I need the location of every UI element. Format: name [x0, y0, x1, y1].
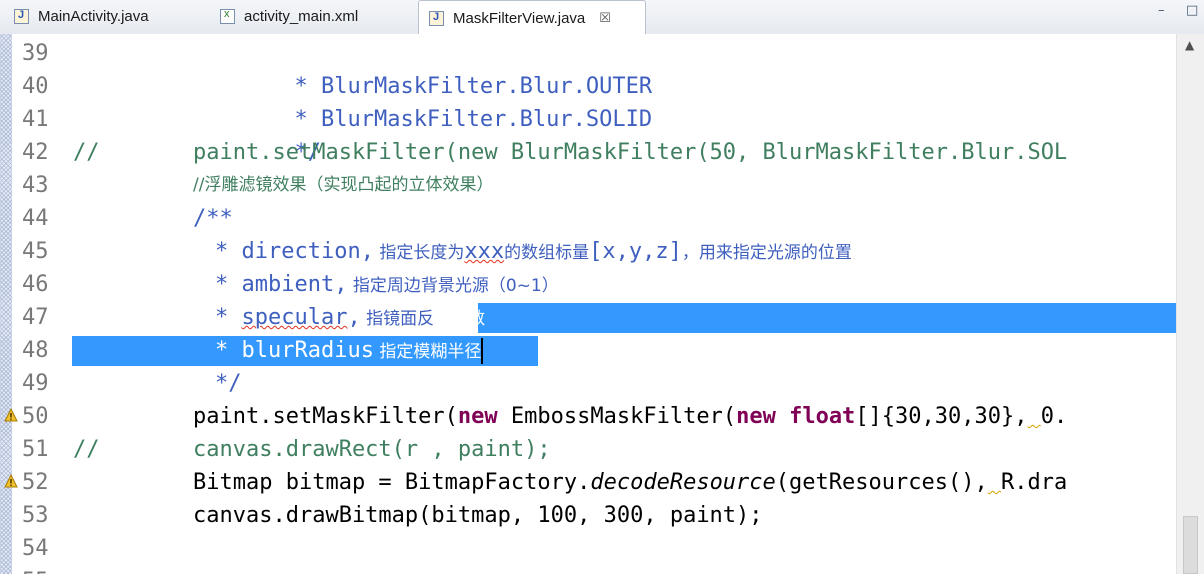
line-number: 44 [22, 206, 49, 231]
vertical-scrollbar[interactable]: ▲ [1176, 34, 1204, 574]
code-line: 44 /** [0, 202, 1176, 235]
comment-marker: // [73, 140, 100, 165]
code-part [1028, 404, 1041, 429]
line-number: 54 [22, 536, 49, 561]
line-number: 45 [22, 239, 49, 264]
tab-label: MainActivity.java [38, 8, 149, 25]
line-number: 55 [22, 565, 49, 574]
code-part: R.dra [1000, 470, 1068, 495]
javadoc-part: [x,y,z] [589, 239, 682, 264]
scroll-thumb[interactable] [1183, 516, 1198, 574]
javadoc-part: 指定模糊半径 [373, 342, 482, 362]
keyword: new [457, 404, 498, 429]
maximize-icon[interactable]: □ [1186, 3, 1198, 18]
code-line: 45 * direction, 指定长度为xxx的数组标量[x,y,z]，用来指… [0, 235, 1176, 268]
keyword: float [789, 404, 856, 429]
java-file-icon [429, 10, 444, 26]
code-line: 51 // canvas.drawRect(r , paint); [0, 433, 1176, 466]
code-text: paint.setMaskFilter(new EmbossMaskFilter… [193, 400, 1067, 433]
tab-label: MaskFilterView.java [453, 9, 586, 27]
code-line: 46 * ambient, 指定周边背景光源（0~1） [0, 268, 1176, 301]
line-number: 51 [22, 437, 49, 462]
line-number: 43 [22, 173, 49, 198]
warning-icon[interactable] [4, 474, 18, 488]
code-part: decodeResource [590, 470, 776, 495]
code-line: 40 * BlurMaskFilter.Blur.SOLID [0, 70, 1176, 132]
tab-activity-main-xml[interactable]: activity_main.xml [220, 0, 358, 33]
javadoc-text: * specular, 指镜面反射系数 [215, 301, 485, 336]
code-line: 52 Bitmap bitmap = BitmapFactory.decodeR… [0, 466, 1176, 499]
line-number: 40 [22, 74, 49, 99]
line-number: 41 [22, 107, 49, 132]
code-part: EmbossMaskFilter( [497, 404, 737, 429]
line-number: 46 [22, 272, 49, 297]
comment-text: paint.setMaskFilter(new BlurMaskFilter(5… [193, 140, 1068, 165]
keyword: new [736, 404, 776, 429]
comment-marker: // [73, 437, 100, 462]
javadoc-text: * ambient, 指定周边背景光源（0~1） [215, 268, 559, 303]
code-line: 54 [0, 532, 1176, 565]
javadoc-part: , [347, 305, 361, 330]
code-part: (getResources(), [775, 470, 988, 495]
line-number: 47 [22, 305, 49, 330]
javadoc-text: /** [193, 206, 233, 231]
code-line: 49 */ [0, 367, 1176, 400]
comment-text: //浮雕滤镜效果（实现凸起的立体效果） [193, 175, 494, 195]
tab-mainactivity-java[interactable]: MainActivity.java [14, 0, 149, 33]
code-line: 39 * BlurMaskFilter.Blur.OUTER [0, 37, 1176, 99]
code-editor[interactable]: 39 * BlurMaskFilter.Blur.OUTER 40 * Blur… [0, 34, 1176, 574]
scroll-up-arrow-icon[interactable]: ▲ [1185, 38, 1194, 52]
javadoc-part: * direction, [215, 239, 374, 264]
code-text: Bitmap bitmap = BitmapFactory.decodeReso… [193, 466, 1067, 499]
javadoc-part: 指定周边背景光源（0~1） [347, 276, 559, 296]
line-number: 52 [22, 470, 49, 495]
comment-text: canvas.drawRect(r , paint); [193, 437, 551, 462]
close-tab-icon[interactable]: ☒ [599, 10, 611, 26]
javadoc-part: 指定长度为 [373, 243, 465, 263]
line-number: 49 [22, 371, 49, 396]
spelling-error: specular [241, 305, 348, 330]
javadoc-part: 的数组标量 [504, 243, 590, 263]
code-line: 48 * blurRadius 指定模糊半径 [0, 334, 1176, 367]
line-number: 48 [22, 338, 49, 363]
line-number: 50 [22, 404, 49, 429]
code-line: 50 paint.setMaskFilter(new EmbossMaskFil… [0, 400, 1176, 433]
javadoc-part: * ambient, [215, 272, 348, 297]
code-part [776, 404, 789, 429]
code-line: 53 canvas.drawBitmap(bitmap, 100, 300, p… [0, 499, 1176, 532]
javadoc-part: * blurRadius [215, 338, 374, 363]
spelling-error: xxx [464, 239, 505, 264]
java-file-icon [14, 9, 29, 24]
code-line: 55 [0, 565, 1176, 574]
selected-text: 射系数 [434, 309, 486, 329]
selection-highlight [478, 303, 1176, 333]
code-part: 0. [1040, 404, 1068, 429]
javadoc-text: * direction, 指定长度为xxx的数组标量[x,y,z]，用来指定光源… [215, 235, 852, 270]
code-part [988, 470, 1001, 495]
xml-file-icon [220, 8, 235, 24]
text-cursor [481, 338, 484, 364]
javadoc-part: * [215, 305, 242, 330]
javadoc-part: 指镜面反 [360, 309, 435, 329]
javadoc-part: ，用来指定光源的位置 [681, 243, 852, 263]
line-number: 39 [22, 41, 49, 66]
minimize-icon[interactable]: – [1158, 3, 1165, 18]
warning-icon[interactable] [4, 408, 18, 422]
selected-text: * blurRadius 指定模糊半径 [215, 334, 484, 369]
javadoc-text: */ [215, 371, 242, 396]
code-line: 41 */ [0, 103, 1176, 165]
code-line: 47 * specular, 指镜面反射系数 [0, 301, 1176, 334]
tab-maskfilterview-java[interactable]: MaskFilterView.java ☒ [418, 0, 646, 35]
code-line: 42 // paint.setMaskFilter(new BlurMaskFi… [0, 136, 1176, 169]
line-number: 42 [22, 140, 49, 165]
code-text: canvas.drawBitmap(bitmap, 100, 300, pain… [193, 503, 763, 528]
code-part: []{30,30,30}, [855, 404, 1028, 429]
tab-label: activity_main.xml [244, 8, 359, 25]
editor-tab-bar: MainActivity.java activity_main.xml Mask… [0, 0, 1204, 35]
code-part: paint.setMaskFilter( [193, 404, 458, 429]
code-part: Bitmap bitmap = BitmapFactory. [193, 470, 591, 495]
code-line: 43 //浮雕滤镜效果（实现凸起的立体效果） [0, 169, 1176, 202]
line-number: 53 [22, 503, 49, 528]
